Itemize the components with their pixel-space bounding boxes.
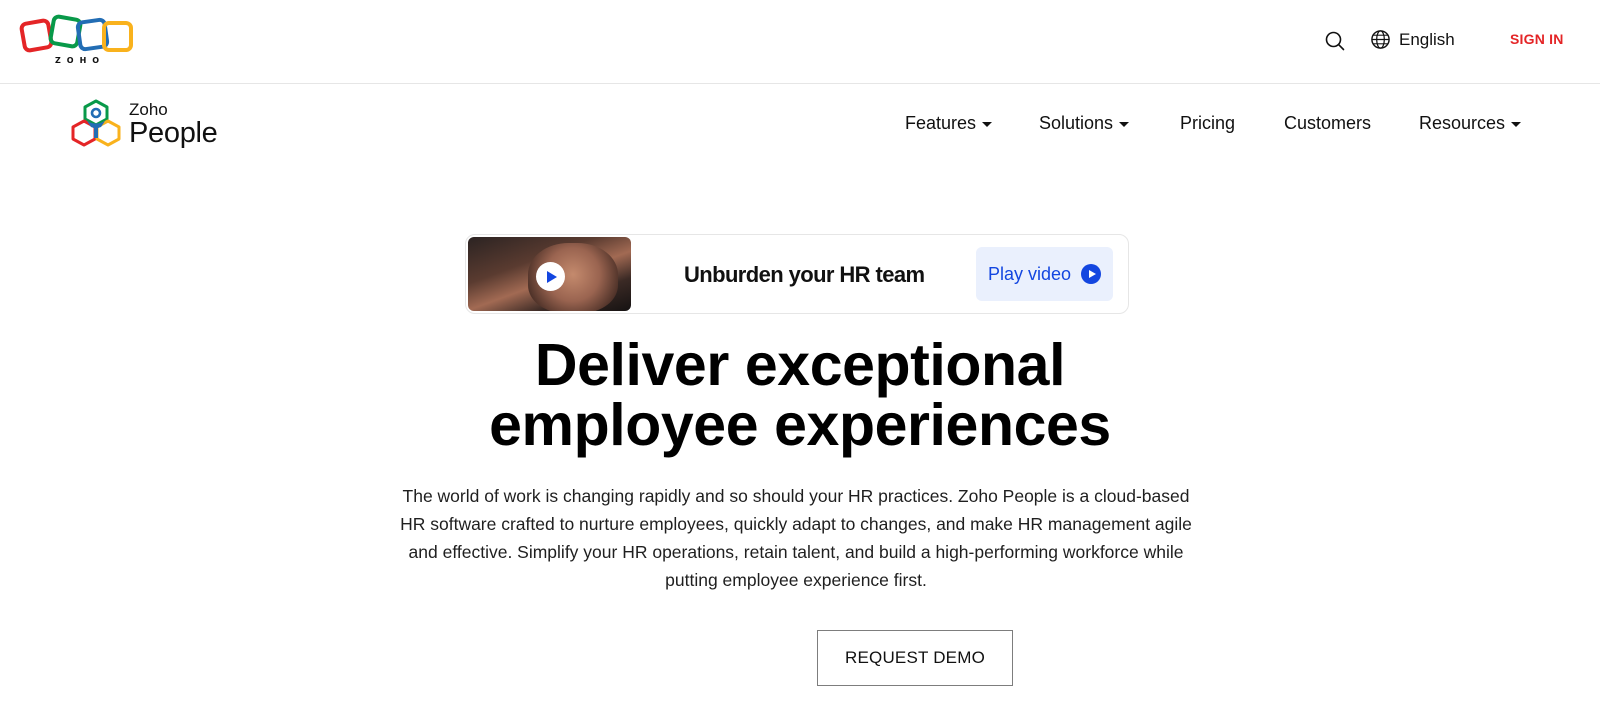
globe-icon <box>1371 30 1390 49</box>
sign-in-link[interactable]: SIGN IN <box>1510 31 1564 47</box>
chevron-down-icon <box>1511 122 1522 127</box>
zoho-people-logo[interactable]: Zoho People <box>71 98 218 150</box>
language-label: English <box>1399 29 1455 49</box>
search-button[interactable] <box>1324 30 1346 52</box>
play-icon <box>536 262 565 291</box>
nav-item-customers[interactable]: Customers <box>1284 113 1371 134</box>
top-bar: ZOHO English SIGN IN <box>0 0 1600 84</box>
video-card-title: Unburden your HR team <box>684 262 925 287</box>
product-brand-name: People <box>129 116 218 149</box>
play-video-button[interactable]: Play video <box>976 247 1113 301</box>
request-demo-button[interactable]: REQUEST DEMO <box>817 630 1013 686</box>
zoho-logo[interactable]: ZOHO <box>18 13 137 68</box>
nav-item-label: Solutions <box>1039 113 1114 133</box>
hero-headline-line2: employee experiences <box>489 392 1111 458</box>
nav-item-label: Customers <box>1284 113 1372 133</box>
play-icon <box>1081 264 1102 284</box>
hero-headline-line1: Deliver exceptional <box>534 332 1066 398</box>
product-name: Zoho People <box>129 101 218 148</box>
zoho-logo-wordmark: ZOHO <box>55 56 106 65</box>
chevron-down-icon <box>982 122 993 127</box>
nav-item-features[interactable]: Features <box>905 113 993 134</box>
nav-item-solutions[interactable]: Solutions <box>1039 113 1130 134</box>
play-video-label: Play video <box>987 263 1072 284</box>
product-brand-small: Zoho <box>129 99 168 119</box>
nav-item-resources[interactable]: Resources <box>1419 113 1522 134</box>
nav-item-label: Resources <box>1419 113 1506 133</box>
nav-item-label: Pricing <box>1180 113 1236 133</box>
people-logo-icon <box>71 99 121 147</box>
video-thumbnail[interactable] <box>468 237 631 311</box>
zoho-logo-yellow-box <box>102 21 133 52</box>
nav-item-label: Features <box>905 113 977 133</box>
hero-headline: Deliver exceptional employee experiences <box>300 335 1300 455</box>
video-promo-card: Unburden your HR team Play video <box>465 234 1129 314</box>
hero-description: The world of work is changing rapidly an… <box>400 486 1192 590</box>
search-icon <box>1325 31 1345 51</box>
language-selector[interactable]: English <box>1370 29 1455 50</box>
chevron-down-icon <box>1119 122 1130 127</box>
nav-item-pricing[interactable]: Pricing <box>1180 113 1235 134</box>
